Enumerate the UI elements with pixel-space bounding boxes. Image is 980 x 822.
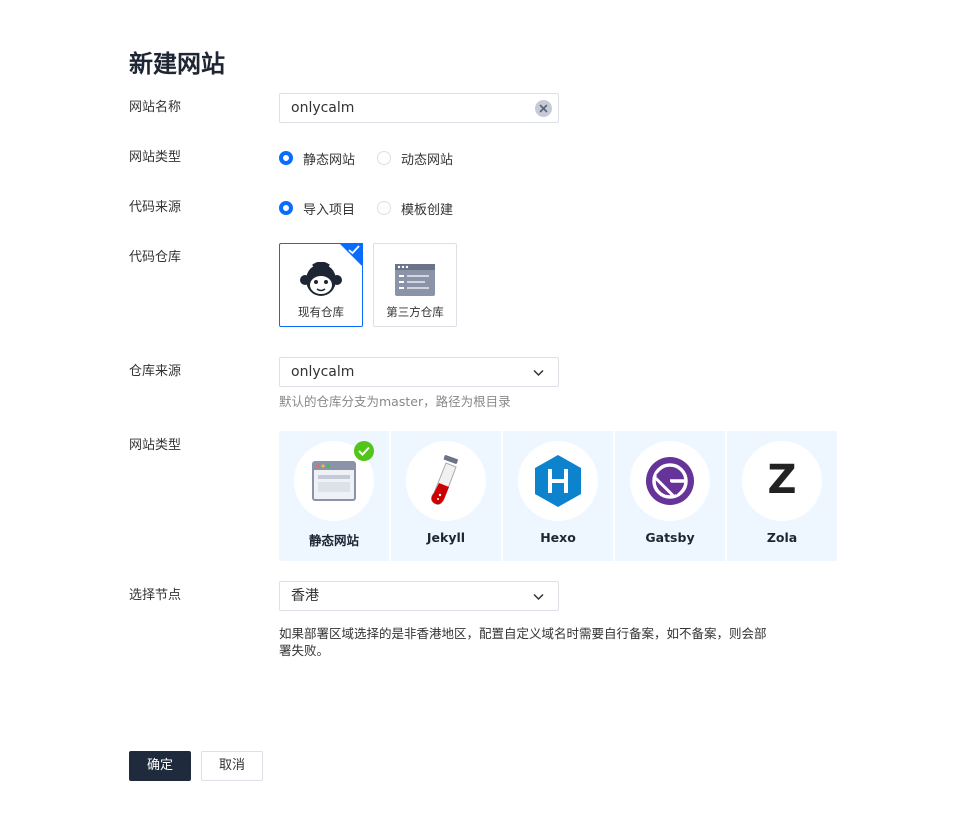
site-kind-label: 网站类型 xyxy=(129,150,182,165)
repo-card-existing[interactable]: 现有仓库 xyxy=(279,243,363,327)
chevron-down-icon xyxy=(533,369,544,377)
zola-icon: Z xyxy=(767,457,797,503)
site-name-value: onlycalm xyxy=(291,100,355,116)
radio-import-project[interactable]: 导入项目 xyxy=(279,199,356,218)
chevron-down-icon xyxy=(533,593,544,601)
radio-dynamic-site[interactable]: 动态网站 xyxy=(377,149,454,168)
check-circle-icon xyxy=(354,441,374,461)
page-title: 新建网站 xyxy=(129,50,225,78)
repo-source-select[interactable]: onlycalm xyxy=(279,357,559,387)
hexo-icon xyxy=(535,455,581,507)
code-repo-label: 代码仓库 xyxy=(129,250,182,265)
radio-selected-icon[interactable] xyxy=(279,151,293,165)
framework-icon-bg xyxy=(630,441,710,521)
confirm-button[interactable]: 确定 xyxy=(129,751,191,781)
framework-card-gatsby[interactable]: Gatsby xyxy=(615,431,725,561)
framework-card-zola[interactable]: Z Zola xyxy=(727,431,837,561)
framework-icon-bg: Z xyxy=(742,441,822,521)
framework-name: Jekyll xyxy=(426,530,466,545)
framework-icon-bg xyxy=(406,441,486,521)
framework-name: Gatsby xyxy=(645,530,695,545)
cancel-button[interactable]: 取消 xyxy=(201,751,263,781)
framework-card-static[interactable]: 静态网站 xyxy=(279,431,389,561)
node-select[interactable]: 香港 xyxy=(279,581,559,611)
repo-source-hint: 默认的仓库分支为master，路径为根目录 xyxy=(279,394,511,409)
repo-list-icon xyxy=(395,264,435,296)
radio-selected-icon[interactable] xyxy=(279,201,293,215)
gatsby-icon xyxy=(646,457,694,505)
check-icon xyxy=(348,245,360,255)
radio-label: 导入项目 xyxy=(303,202,356,218)
clear-icon[interactable] xyxy=(535,100,552,117)
radio-unselected-icon[interactable] xyxy=(377,151,391,165)
radio-template-create[interactable]: 模板创建 xyxy=(377,199,454,218)
code-source-label: 代码来源 xyxy=(129,200,182,215)
jekyll-icon xyxy=(431,455,458,505)
site-name-input[interactable]: onlycalm xyxy=(279,93,559,123)
radio-label: 静态网站 xyxy=(303,152,356,168)
framework-card-jekyll[interactable]: Jekyll xyxy=(391,431,501,561)
node-value: 香港 xyxy=(291,588,319,604)
monkey-icon xyxy=(300,262,342,296)
radio-label: 模板创建 xyxy=(401,202,454,218)
radio-label: 动态网站 xyxy=(401,152,454,168)
repo-card-third-party[interactable]: 第三方仓库 xyxy=(373,243,457,327)
repo-source-value: onlycalm xyxy=(291,364,355,380)
repo-card-caption: 现有仓库 xyxy=(298,305,344,319)
framework-icon-bg xyxy=(518,441,598,521)
framework-label: 网站类型 xyxy=(129,438,182,453)
site-name-label: 网站名称 xyxy=(129,100,182,115)
browser-window-icon xyxy=(312,461,356,501)
framework-name: Hexo xyxy=(540,530,576,545)
node-label: 选择节点 xyxy=(129,588,182,603)
radio-unselected-icon[interactable] xyxy=(377,201,391,215)
repo-card-caption: 第三方仓库 xyxy=(386,305,444,319)
framework-name: Zola xyxy=(766,530,798,545)
repo-source-label: 仓库来源 xyxy=(129,364,182,379)
node-note: 如果部署区域选择的是非香港地区，配置自定义域名时需要自行备案，如不备案，则会部署… xyxy=(279,626,767,658)
framework-card-hexo[interactable]: Hexo xyxy=(503,431,613,561)
framework-name: 静态网站 xyxy=(308,533,359,548)
radio-static-site[interactable]: 静态网站 xyxy=(279,149,356,168)
